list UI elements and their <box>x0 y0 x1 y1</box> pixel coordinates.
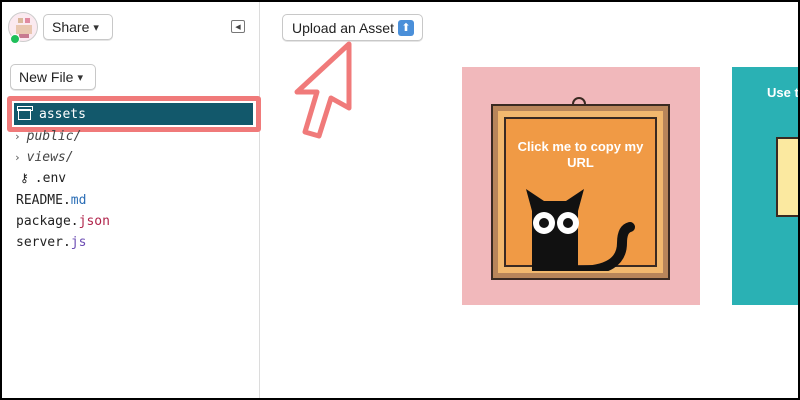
card-text: Click me to copy my URL <box>517 139 644 170</box>
chevron-down-icon: ▾ <box>93 21 99 34</box>
file-item-label: views/ <box>26 149 74 165</box>
file-extension: md <box>70 192 87 208</box>
share-button[interactable]: Share ▾ <box>43 14 113 40</box>
upload-label: Upload an Asset <box>292 19 394 36</box>
asset-card-teal[interactable]: Use t <box>732 67 798 305</box>
new-file-button[interactable]: New File ▾ <box>10 64 96 90</box>
share-label: Share <box>52 19 90 35</box>
chevron-right-icon: › <box>14 129 21 143</box>
upload-asset-button[interactable]: Upload an Asset ⬆ <box>282 14 423 41</box>
picture-canvas: Click me to copy my URL <box>504 117 657 271</box>
file-base-name: server. <box>16 234 71 250</box>
file-item-public[interactable]: › public/ <box>14 126 81 146</box>
file-base-name: package. <box>16 213 79 229</box>
file-item-package[interactable]: package. json <box>16 211 110 231</box>
asset-card-cat[interactable]: Click me to copy my URL <box>462 67 700 305</box>
file-item-label: public/ <box>26 128 82 144</box>
online-status-dot <box>10 34 20 44</box>
file-extension: json <box>78 213 110 229</box>
card-text: Use t <box>767 85 798 100</box>
file-extension: js <box>70 234 87 250</box>
pointer-arrow-annotation <box>294 41 352 139</box>
chevron-right-icon: › <box>14 150 21 164</box>
file-item-views[interactable]: › views/ <box>14 147 74 167</box>
new-file-label: New File <box>19 69 74 85</box>
file-item-server[interactable]: server. js <box>16 232 86 252</box>
file-base-name: README. <box>16 192 71 208</box>
paper-illustration <box>776 137 798 217</box>
collapse-sidebar-icon[interactable]: ◀ <box>231 20 245 33</box>
file-item-label: .env <box>34 170 67 186</box>
file-item-readme[interactable]: README. md <box>16 190 86 210</box>
app-window: Share ▾ ◀ New File ▾ assets › public/ › … <box>2 2 798 398</box>
key-icon: ⚷ <box>20 171 29 185</box>
cat-illustration <box>526 189 635 271</box>
sidebar: Share ▾ ◀ New File ▾ assets › public/ › … <box>2 2 261 398</box>
file-item-env[interactable]: ⚷ .env <box>20 168 66 188</box>
upload-arrow-icon: ⬆ <box>397 19 414 36</box>
chevron-down-icon: ▾ <box>77 71 83 84</box>
picture-frame: Click me to copy my URL <box>491 104 670 280</box>
